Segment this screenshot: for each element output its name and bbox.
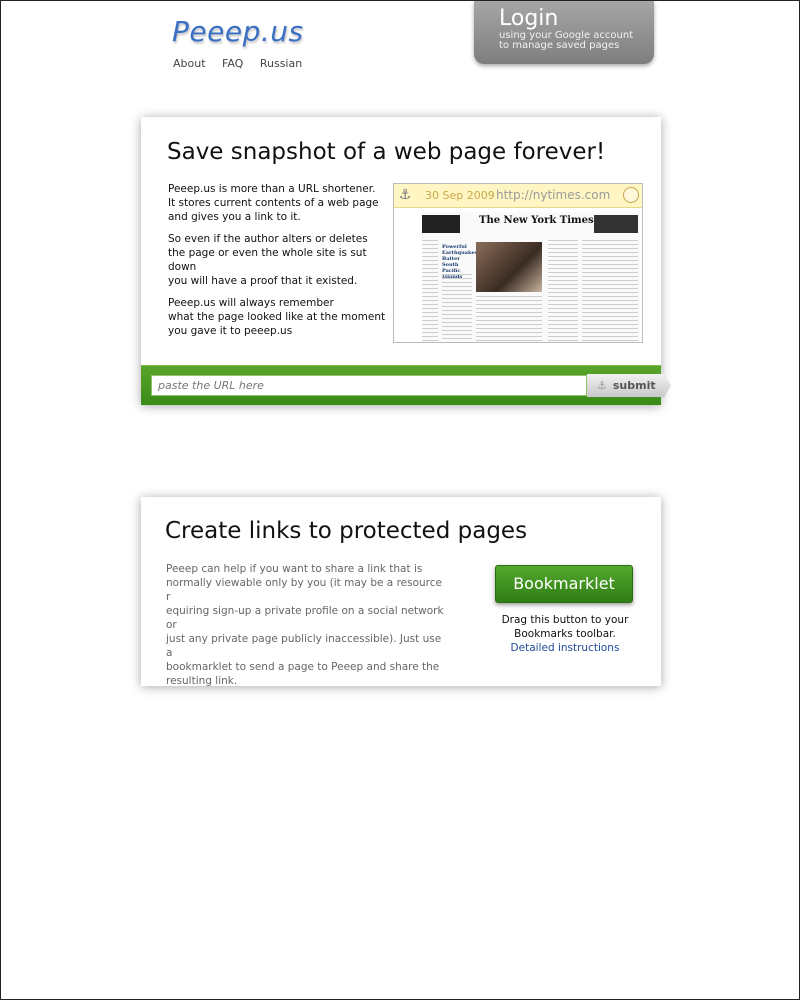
intro-line: So even if the author alters or deletes <box>168 233 368 245</box>
help-line: Drag this button to your <box>501 614 629 626</box>
preview-bar: ⚓ 30 Sep 2009 http://nytimes.com <box>394 184 642 208</box>
preview-column <box>548 240 578 342</box>
intro-line: the page or even the whole site is sut d… <box>168 247 367 273</box>
description-line: equiring sign-up a private profile on a … <box>166 605 444 631</box>
preview-photo <box>476 242 542 292</box>
submit-label: submit <box>612 379 656 392</box>
description-line: normally viewable only by you (it may be… <box>166 577 442 603</box>
login-subtitle-line: to manage saved pages <box>499 40 620 51</box>
snapshot-card: Save snapshot of a web page forever! Pee… <box>141 117 671 405</box>
nav-faq-link[interactable]: FAQ <box>222 57 243 70</box>
help-line: Bookmarks toolbar. <box>514 628 616 640</box>
intro-line: and gives you a link to it. <box>168 211 301 223</box>
preview-column <box>422 240 438 342</box>
logo[interactable]: Peeep.us <box>172 15 304 48</box>
intro-paragraph: Peeep.us is more than a URL shortener. I… <box>168 182 393 224</box>
preview-ad <box>594 215 638 233</box>
speech-bubble-icon <box>623 187 639 203</box>
intro-line: Peeep.us will always remember <box>168 297 334 309</box>
preview-column <box>582 240 638 342</box>
login-subtitle: using your Google account to manage save… <box>499 31 654 51</box>
intro-line: you will have a proof that it existed. <box>168 275 358 287</box>
protected-description: Peeep can help if you want to share a li… <box>166 562 446 688</box>
preview-url: http://nytimes.com <box>496 188 611 202</box>
login-button[interactable]: Login using your Google account to manag… <box>474 1 654 64</box>
intro-paragraph: So even if the author alters or deletes … <box>168 232 393 288</box>
protected-title: Create links to protected pages <box>165 518 528 544</box>
bookmarklet-help: Drag this button to your Bookmarks toolb… <box>481 613 649 655</box>
preview-ad <box>422 215 460 233</box>
preview-page-image: The New York Times Powerful Earthquakes … <box>422 212 640 342</box>
url-bar: ⚓ submit <box>141 365 671 405</box>
description-line: Peeep can help if you want to share a li… <box>166 563 423 575</box>
description-line: bookmarklet to send a page to Peeep and … <box>166 661 440 673</box>
intro-line: Peeep.us is more than a URL shortener. <box>168 183 376 195</box>
detailed-instructions-link[interactable]: Detailed instructions <box>481 641 649 655</box>
bookmarklet-button[interactable]: Bookmarklet <box>495 565 633 603</box>
intro-paragraph: Peeep.us will always remember what the p… <box>168 296 393 338</box>
description-line: resulting link. <box>166 675 238 687</box>
preview-date: 30 Sep 2009 <box>425 189 495 202</box>
intro-line: you gave it to peeep.us <box>168 325 293 337</box>
intro-line: It stores current contents of a web page <box>168 197 379 209</box>
anchor-icon: ⚓ <box>597 379 607 392</box>
url-input[interactable] <box>151 375 587 396</box>
preview-column <box>442 274 472 342</box>
intro-line: what the page looked like at the moment <box>168 311 386 323</box>
preview-column <box>476 296 542 342</box>
preview-masthead: The New York Times <box>479 215 594 226</box>
snapshot-preview: ⚓ 30 Sep 2009 http://nytimes.com The New… <box>393 183 643 343</box>
snapshot-title: Save snapshot of a web page forever! <box>167 139 606 165</box>
protected-card: Create links to protected pages Peeep ca… <box>141 497 661 688</box>
login-title: Login <box>499 6 559 31</box>
anchor-icon: ⚓ <box>398 187 412 203</box>
nav-about-link[interactable]: About <box>173 57 206 70</box>
snapshot-intro: Peeep.us is more than a URL shortener. I… <box>168 182 393 346</box>
nav-russian-link[interactable]: Russian <box>260 57 302 70</box>
submit-button[interactable]: ⚓ submit <box>587 374 671 397</box>
top-nav: About FAQ Russian <box>173 57 315 70</box>
description-line: just any private page publicly inaccessi… <box>166 633 442 659</box>
